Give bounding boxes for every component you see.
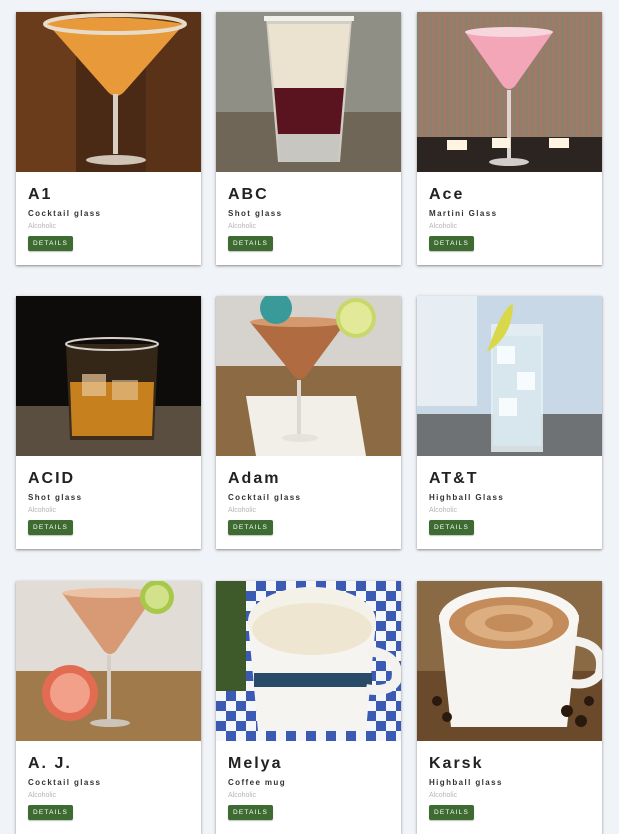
- drink-photo[interactable]: [16, 581, 201, 741]
- drink-glass: Highball glass: [429, 778, 503, 787]
- drink-category: Alcoholic: [429, 507, 458, 514]
- drink-category: Alcoholic: [28, 223, 57, 230]
- details-button[interactable]: DETAILS: [429, 805, 475, 820]
- drink-photo[interactable]: [417, 12, 602, 172]
- drink-name: A. J.: [28, 755, 72, 772]
- drink-card-acid[interactable]: ACID Shot glass Alcoholic DETAILS: [16, 296, 201, 549]
- details-button[interactable]: DETAILS: [28, 805, 74, 820]
- drink-category: Alcoholic: [429, 792, 458, 799]
- drink-card-melya[interactable]: Melya Coffee mug Alcoholic DETAILS: [216, 581, 401, 834]
- details-button[interactable]: DETAILS: [228, 236, 274, 251]
- drink-card-abc[interactable]: ABC Shot glass Alcoholic DETAILS: [216, 12, 401, 265]
- drink-name: ABC: [228, 186, 269, 203]
- drink-glass: Cocktail glass: [28, 778, 102, 787]
- details-button[interactable]: DETAILS: [228, 520, 274, 535]
- drink-name: ACID: [28, 470, 76, 487]
- drink-name: AT&T: [429, 470, 479, 487]
- drink-photo[interactable]: [216, 12, 401, 172]
- drink-glass: Coffee mug: [228, 778, 286, 787]
- drink-category: Alcoholic: [228, 223, 257, 230]
- drink-name: Adam: [228, 470, 281, 487]
- drink-category: Alcoholic: [28, 792, 57, 799]
- drink-category: Alcoholic: [228, 507, 257, 514]
- drink-glass: Highball Glass: [429, 493, 505, 502]
- details-button[interactable]: DETAILS: [429, 236, 475, 251]
- drink-card-karsk[interactable]: Karsk Highball glass Alcoholic DETAILS: [417, 581, 602, 834]
- drink-photo[interactable]: [16, 12, 201, 172]
- drink-glass: Shot glass: [28, 493, 83, 502]
- drink-card-a1[interactable]: A1 Cocktail glass Alcoholic DETAILS: [16, 12, 201, 265]
- drink-category: Alcoholic: [429, 223, 458, 230]
- drink-photo[interactable]: [417, 296, 602, 456]
- drink-photo[interactable]: [16, 296, 201, 456]
- details-button[interactable]: DETAILS: [28, 520, 74, 535]
- drink-grid: A1 Cocktail glass Alcoholic DETAILS ABC …: [0, 0, 619, 834]
- drink-glass: Cocktail glass: [28, 209, 102, 218]
- drink-card-aj[interactable]: A. J. Cocktail glass Alcoholic DETAILS: [16, 581, 201, 834]
- drink-card-ace[interactable]: Ace Martini Glass Alcoholic DETAILS: [417, 12, 602, 265]
- drink-name: A1: [28, 186, 53, 203]
- drink-glass: Martini Glass: [429, 209, 498, 218]
- drink-category: Alcoholic: [28, 507, 57, 514]
- drink-glass: Shot glass: [228, 209, 283, 218]
- drink-glass: Cocktail glass: [228, 493, 302, 502]
- drink-name: Karsk: [429, 755, 484, 772]
- drink-name: Melya: [228, 755, 283, 772]
- drink-card-adam[interactable]: Adam Cocktail glass Alcoholic DETAILS: [216, 296, 401, 549]
- drink-card-att[interactable]: AT&T Highball Glass Alcoholic DETAILS: [417, 296, 602, 549]
- drink-category: Alcoholic: [228, 792, 257, 799]
- details-button[interactable]: DETAILS: [28, 236, 74, 251]
- drink-photo[interactable]: [216, 581, 401, 741]
- drink-photo[interactable]: [216, 296, 401, 456]
- details-button[interactable]: DETAILS: [429, 520, 475, 535]
- drink-name: Ace: [429, 186, 465, 203]
- drink-photo[interactable]: [417, 581, 602, 741]
- details-button[interactable]: DETAILS: [228, 805, 274, 820]
